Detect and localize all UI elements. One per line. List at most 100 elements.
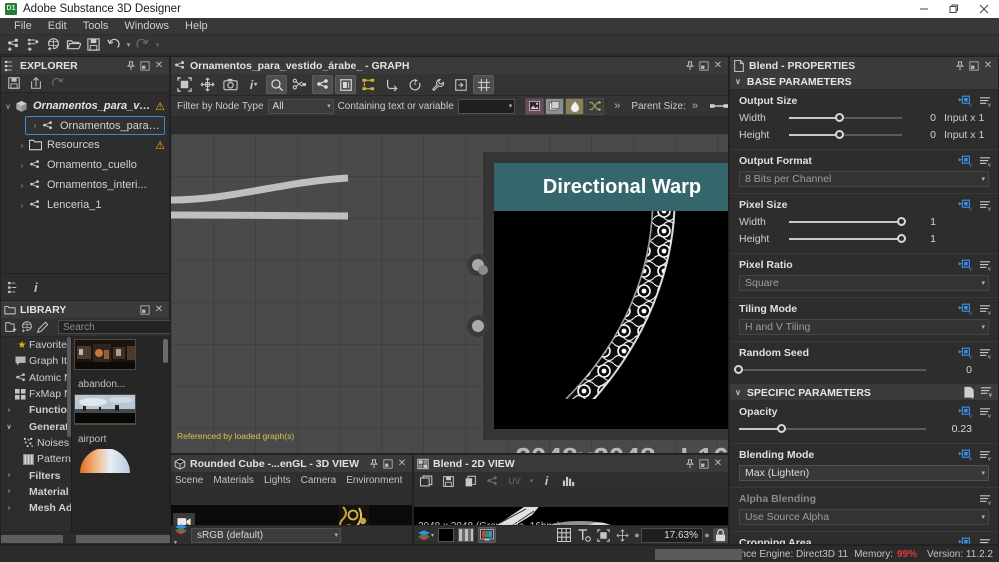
restore-button[interactable]	[939, 0, 969, 18]
close-panel-icon[interactable]: ✕	[711, 58, 725, 73]
expose-parameter-icon[interactable]: ∨	[958, 155, 972, 167]
parameter-slider[interactable]	[789, 129, 902, 141]
screenshot-icon[interactable]	[220, 75, 241, 94]
view3d-canvas[interactable]	[171, 505, 412, 525]
expose-parameter-icon[interactable]: ∨	[958, 449, 972, 461]
library-category-3[interactable]: FxMap No.	[1, 386, 71, 402]
node-input-port-1[interactable]	[467, 254, 489, 276]
properties-section-header-1[interactable]: ∨ SPECIFIC PARAMETERS ∨ ∨	[730, 385, 998, 401]
move-tool-icon[interactable]	[197, 75, 218, 94]
tree-expand-arrow[interactable]: ›	[28, 121, 42, 130]
parameter-select-output-format[interactable]: 8 Bits per Channel ▾	[739, 171, 989, 187]
pan-icon[interactable]	[616, 529, 629, 542]
parameter-menu-icon[interactable]: ∨	[980, 386, 993, 399]
pin-icon[interactable]	[683, 456, 697, 471]
slider-knob[interactable]	[897, 216, 906, 226]
lock-icon[interactable]	[713, 527, 728, 543]
redo-dropdown-icon[interactable]: ▾	[153, 41, 162, 49]
category-expand-arrow[interactable]: ›	[3, 407, 15, 414]
parameter-value[interactable]: 0.23	[932, 423, 972, 435]
tree-item-1[interactable]: › Ornamentos_para_v...	[25, 116, 165, 135]
close-button[interactable]	[969, 0, 999, 18]
open-icon[interactable]	[64, 36, 82, 54]
randomize-toggle[interactable]	[585, 97, 605, 115]
zoom-out-icon[interactable]: ●	[633, 530, 641, 540]
menu-help[interactable]: Help	[177, 18, 216, 35]
tree-item-2[interactable]: › Resources ⚠	[1, 135, 169, 155]
tree-expand-arrow[interactable]: ›	[15, 201, 29, 210]
parameter-menu-icon[interactable]: ∨	[979, 304, 992, 315]
library-category-9[interactable]: › Material Fi.	[1, 484, 71, 500]
parameter-menu-icon[interactable]: ∨	[979, 200, 992, 211]
tree-item-5[interactable]: › Lenceria_1	[1, 195, 169, 215]
graph-canvas[interactable]: Directional Warp Referenced by loaded gr…	[171, 134, 728, 453]
node-link-icon[interactable]	[483, 473, 502, 489]
parameter-value[interactable]: 0	[908, 112, 936, 124]
colorspace-icon[interactable]: ▾	[174, 523, 188, 547]
parameter-value[interactable]: 1	[908, 233, 936, 245]
fit-icon[interactable]	[597, 528, 610, 542]
close-panel-icon[interactable]: ✕	[152, 58, 166, 73]
category-expand-arrow[interactable]: ›	[3, 472, 15, 479]
undo-icon[interactable]	[104, 36, 122, 54]
output-icon[interactable]	[450, 75, 471, 94]
slider-knob[interactable]	[834, 112, 844, 122]
parameter-value[interactable]: 0	[908, 129, 936, 141]
uv-label-icon[interactable]: UV	[505, 473, 524, 489]
close-panel-icon[interactable]: ✕	[711, 456, 725, 471]
parameter-slider[interactable]	[734, 364, 926, 376]
library-items-hscrollbar[interactable]	[76, 535, 171, 543]
menu-materials[interactable]: Materials	[213, 475, 254, 486]
parameter-menu-icon[interactable]: ∨	[979, 348, 992, 359]
tree-expand-arrow[interactable]: ∨	[1, 102, 15, 111]
expose-parameter-icon[interactable]: ∨	[958, 347, 972, 359]
parameter-menu-icon[interactable]: ∨	[979, 156, 992, 167]
pin-icon[interactable]	[683, 58, 697, 73]
save-package-icon[interactable]	[4, 75, 24, 92]
maximize-panel-icon[interactable]	[381, 456, 395, 471]
list-item[interactable]: airport	[74, 394, 169, 445]
list-item[interactable]	[74, 449, 169, 473]
menu-file[interactable]: File	[6, 18, 40, 35]
menu-tools[interactable]: Tools	[75, 18, 117, 35]
parameter-menu-icon[interactable]: ∨	[979, 407, 992, 418]
reroute-icon[interactable]	[381, 75, 402, 94]
info-tab-icon[interactable]: i	[34, 280, 38, 295]
maximize-panel-icon[interactable]	[138, 302, 152, 317]
channel-strip-icon[interactable]	[458, 528, 475, 542]
close-panel-icon[interactable]: ✕	[395, 456, 409, 471]
reload-icon[interactable]	[48, 75, 68, 92]
thumbnail-toggle[interactable]	[525, 97, 545, 115]
filter-text-input[interactable]: ▾	[457, 98, 516, 114]
explorer-tab-icon[interactable]	[7, 281, 20, 294]
library-category-6[interactable]: Noises	[1, 435, 71, 451]
info-icon[interactable]: i	[537, 473, 556, 489]
node-graph-icon[interactable]	[312, 75, 333, 94]
parameter-value[interactable]: 1	[908, 216, 936, 228]
align-icon[interactable]	[358, 75, 379, 94]
expose-parameter-icon[interactable]: ∨	[958, 537, 972, 544]
parameter-value[interactable]: 0	[932, 364, 972, 376]
pin-icon[interactable]	[953, 58, 967, 73]
library-category-7[interactable]: Patterns	[1, 451, 71, 467]
menu-edit[interactable]: Edit	[40, 18, 75, 35]
publish-icon[interactable]	[26, 75, 46, 92]
color-toggle[interactable]	[565, 97, 585, 115]
tree-expand-arrow[interactable]: ›	[15, 161, 29, 170]
redo-icon[interactable]	[133, 36, 151, 54]
edit-icon[interactable]	[36, 318, 50, 336]
duplicate-view-icon[interactable]	[417, 473, 436, 489]
tree-item-0[interactable]: ∨ Ornamentos_para_ves... ⚠	[1, 96, 169, 116]
expose-parameter-icon[interactable]: ∨	[958, 199, 972, 211]
properties-scroll-area[interactable]: ∨ BASE PARAMETERS Output Size ∨ ∨ Width 0 Input…	[730, 74, 998, 544]
maximize-panel-icon[interactable]	[138, 58, 152, 73]
library-category-hscrollbar[interactable]	[1, 535, 63, 543]
parameter-menu-icon[interactable]: ∨	[979, 96, 992, 107]
maximize-panel-icon[interactable]	[697, 456, 711, 471]
parameter-menu-icon[interactable]: ∨	[979, 538, 992, 545]
category-expand-arrow[interactable]: ›	[3, 505, 15, 512]
maximize-panel-icon[interactable]	[697, 58, 711, 73]
expose-parameter-icon[interactable]: ∨	[958, 259, 972, 271]
new-folder-icon[interactable]	[4, 318, 18, 336]
save-image-icon[interactable]	[439, 473, 458, 489]
